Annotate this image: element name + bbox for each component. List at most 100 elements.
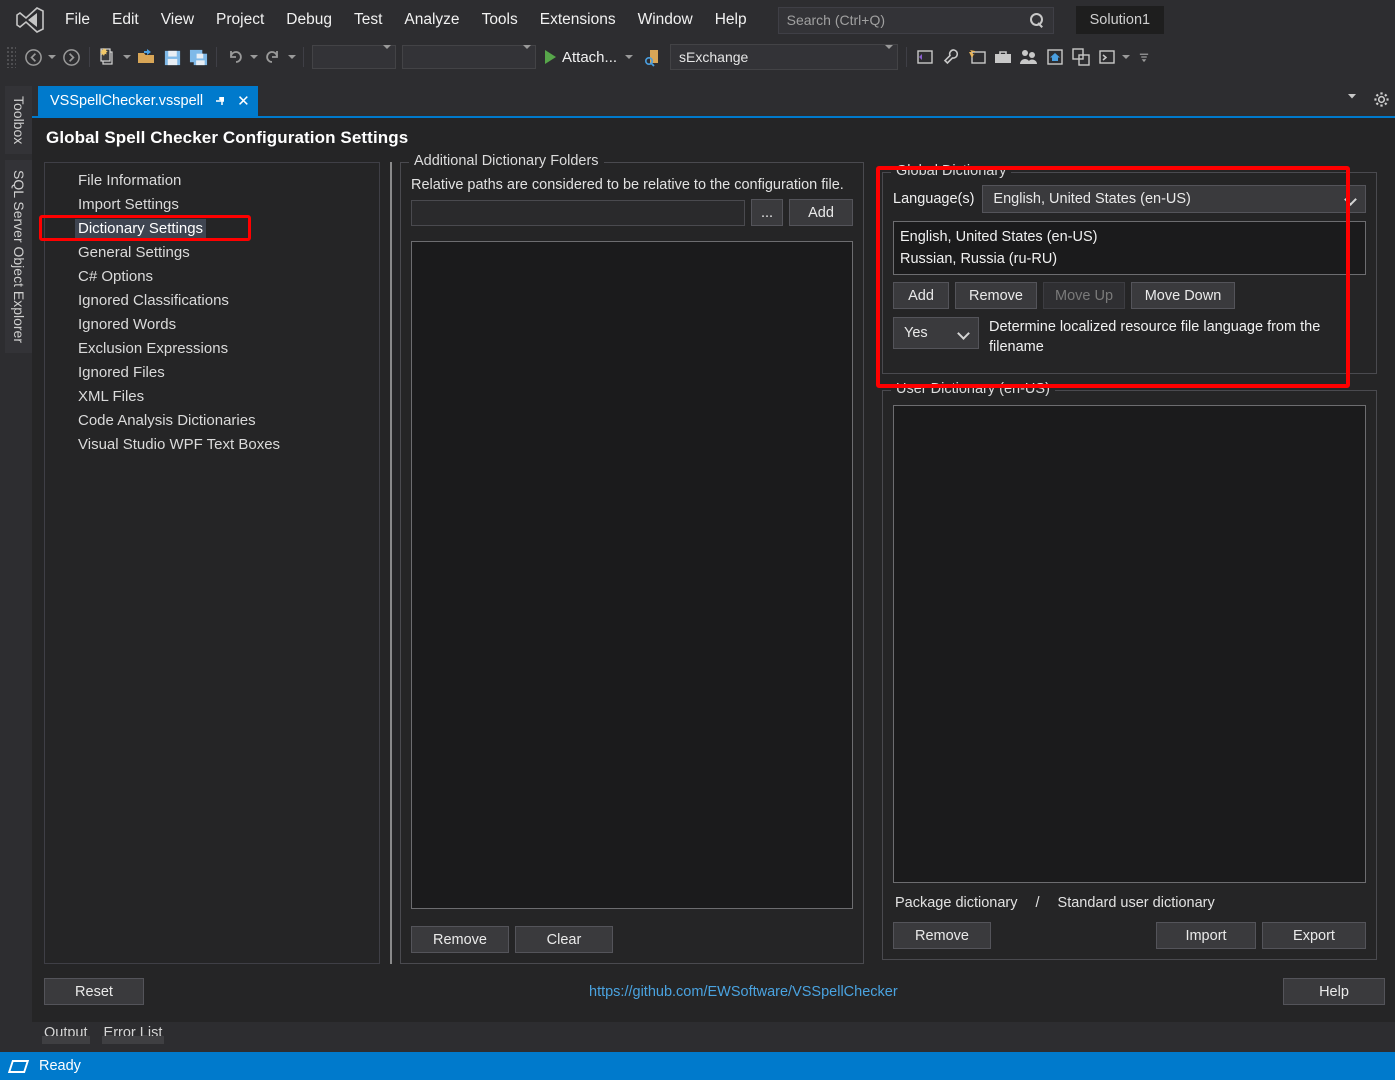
list-item[interactable]: English, United States (en-US)	[900, 226, 1359, 248]
process-combo[interactable]: sExchange	[670, 44, 899, 70]
solution-chip[interactable]: Solution1	[1075, 5, 1165, 35]
settings-category-list[interactable]: File Information Import Settings Diction…	[39, 162, 380, 964]
toolbox-icon[interactable]	[990, 44, 1016, 70]
group-legend: User Dictionary (en-US)	[891, 381, 1055, 397]
home-icon[interactable]	[1042, 44, 1068, 70]
clear-folders-button[interactable]: Clear	[515, 926, 613, 953]
sidebar-item-toolbox[interactable]: Toolbox	[3, 86, 33, 155]
toolbar-separator	[89, 47, 90, 67]
undo-dropdown[interactable]	[248, 45, 260, 69]
menu-item-view[interactable]: View	[150, 7, 205, 33]
clone-repo-icon[interactable]	[1068, 44, 1094, 70]
vs-feedback-icon[interactable]	[964, 44, 990, 70]
document-tab-strip: VSSpellChecker.vsspell ✕	[32, 86, 1395, 116]
terminal-icon[interactable]	[1094, 44, 1120, 70]
toolbar-separator	[906, 47, 908, 67]
folder-path-input[interactable]	[411, 199, 745, 226]
document-tab-vsspellchecker[interactable]: VSSpellChecker.vsspell ✕	[38, 86, 258, 116]
relative-paths-hint: Relative paths are considered to be rela…	[411, 177, 844, 193]
determine-language-value: Yes	[904, 325, 928, 341]
settings-category-ignored-words[interactable]: Ignored Words	[45, 313, 379, 337]
gear-icon[interactable]	[1373, 91, 1389, 107]
menu-item-window[interactable]: Window	[627, 7, 704, 33]
process-icon[interactable]	[641, 44, 667, 70]
vs-window-icon[interactable]	[912, 44, 938, 70]
menu-item-analyze[interactable]: Analyze	[393, 7, 470, 33]
team-explorer-icon[interactable]	[1016, 44, 1042, 70]
navigate-forward-icon[interactable]	[58, 44, 84, 70]
close-icon[interactable]: ✕	[237, 94, 250, 109]
remove-folder-button[interactable]: Remove	[411, 926, 509, 953]
dictionary-separator: /	[1035, 895, 1040, 911]
standard-user-dictionary-label: Standard user dictionary	[1057, 895, 1215, 911]
settings-category-code-analysis-dictionaries[interactable]: Code Analysis Dictionaries	[45, 409, 379, 433]
menu-item-tools[interactable]: Tools	[471, 7, 529, 33]
status-text: Ready	[39, 1058, 81, 1074]
settings-category-general-settings[interactable]: General Settings	[45, 241, 379, 265]
project-link[interactable]: https://github.com/EWSoftware/VSSpellChe…	[589, 984, 898, 1000]
settings-category-visual-studio-wpf-text-boxes[interactable]: Visual Studio WPF Text Boxes	[45, 433, 379, 457]
settings-category-xml-files[interactable]: XML Files	[45, 385, 379, 409]
menu-item-edit[interactable]: Edit	[101, 7, 150, 33]
settings-category-import-settings[interactable]: Import Settings	[45, 193, 379, 217]
attach-dropdown[interactable]	[623, 45, 635, 69]
move-up-button[interactable]: Move Up	[1043, 282, 1125, 309]
wrench-icon[interactable]	[938, 44, 964, 70]
redo-dropdown[interactable]	[286, 45, 298, 69]
browse-folder-button[interactable]: ...	[751, 199, 783, 226]
redo-icon[interactable]	[260, 44, 286, 70]
save-all-icon[interactable]	[185, 44, 211, 70]
pin-icon[interactable]	[213, 94, 227, 108]
reset-button[interactable]: Reset	[44, 978, 144, 1005]
toolbar-overflow-icon[interactable]	[1138, 45, 1150, 69]
dictionary-folders-list[interactable]	[411, 241, 853, 909]
add-folder-button[interactable]: Add	[789, 199, 853, 226]
save-icon[interactable]	[159, 44, 185, 70]
visual-studio-logo-icon	[16, 7, 44, 33]
menu-item-project[interactable]: Project	[205, 7, 275, 33]
settings-category-ignored-files[interactable]: Ignored Files	[45, 361, 379, 385]
attach-button[interactable]: Attach...	[539, 45, 641, 69]
import-dictionary-button[interactable]: Import	[1156, 922, 1256, 949]
panel-splitter[interactable]	[388, 162, 394, 964]
navigate-back-dropdown[interactable]	[46, 45, 58, 69]
chevron-down-icon	[959, 328, 970, 339]
menu-item-debug[interactable]: Debug	[275, 7, 343, 33]
selected-languages-list[interactable]: English, United States (en-US) Russian, …	[893, 221, 1366, 275]
help-button[interactable]: Help	[1283, 978, 1385, 1005]
list-item[interactable]: Russian, Russia (ru-RU)	[900, 248, 1359, 270]
user-dictionary-words-list[interactable]	[893, 405, 1366, 883]
open-file-icon[interactable]	[133, 44, 159, 70]
settings-category-exclusion-expressions[interactable]: Exclusion Expressions	[45, 337, 379, 361]
settings-category-csharp-options[interactable]: C# Options	[45, 265, 379, 289]
terminal-dropdown[interactable]	[1120, 45, 1132, 69]
language-select[interactable]: English, United States (en-US)	[982, 185, 1366, 213]
menu-item-test[interactable]: Test	[343, 7, 393, 33]
navigate-back-icon[interactable]	[20, 44, 46, 70]
add-language-button[interactable]: Add	[893, 282, 949, 309]
configuration-combo[interactable]	[402, 45, 536, 69]
chevron-down-icon[interactable]	[1345, 89, 1359, 108]
platform-combo[interactable]	[312, 45, 396, 69]
determine-language-select[interactable]: Yes	[893, 317, 979, 349]
new-item-dropdown[interactable]	[121, 45, 133, 69]
sidebar-item-sql-server-object-explorer[interactable]: SQL Server Object Explorer	[3, 160, 33, 354]
menu-item-file[interactable]: File	[54, 7, 101, 33]
search-input[interactable]: Search (Ctrl+Q)	[777, 6, 1054, 34]
chevron-down-icon	[885, 45, 894, 65]
settings-category-ignored-classifications[interactable]: Ignored Classifications	[45, 289, 379, 313]
settings-category-dictionary-settings[interactable]: Dictionary Settings	[39, 215, 379, 241]
search-placeholder: Search (Ctrl+Q)	[786, 12, 886, 28]
new-item-icon[interactable]	[95, 44, 121, 70]
menu-item-extensions[interactable]: Extensions	[529, 7, 627, 33]
move-down-button[interactable]: Move Down	[1131, 282, 1235, 309]
toolbar-grip[interactable]	[6, 46, 16, 68]
remove-language-button[interactable]: Remove	[955, 282, 1037, 309]
menu-item-help[interactable]: Help	[704, 7, 758, 33]
undo-icon[interactable]	[222, 44, 248, 70]
additional-dictionary-folders-group: Additional Dictionary Folders Relative p…	[400, 153, 864, 964]
remove-word-button[interactable]: Remove	[893, 922, 991, 949]
settings-category-file-information[interactable]: File Information	[45, 169, 379, 193]
global-dictionary-group: Global Dictionary Language(s) English, U…	[882, 163, 1377, 374]
export-dictionary-button[interactable]: Export	[1262, 922, 1366, 949]
